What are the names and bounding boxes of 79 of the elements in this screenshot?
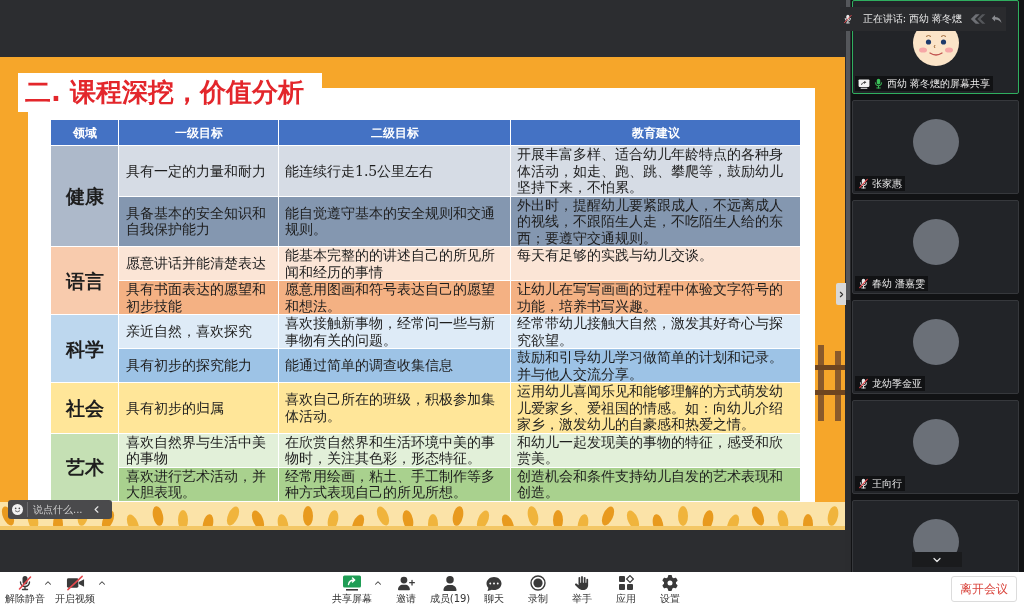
table-cell: 亲近自然，喜欢探究 [118, 314, 279, 349]
smiley-icon[interactable] [12, 504, 23, 515]
table-cell: 具有书面表达的愿望和初步技能 [118, 280, 279, 315]
participant-name: 春幼 潘嘉雯 [872, 277, 926, 290]
table-cell: 喜欢进行艺术活动，并大胆表现。 [118, 467, 279, 501]
caret-icon[interactable] [43, 578, 53, 588]
avatar-photo-placeholder [912, 119, 959, 165]
table-cell: 经常带幼儿接触大自然，激发其好奇心与探究欲望。 [510, 314, 801, 349]
participant-tile[interactable]: 王向行 [852, 400, 1019, 494]
leave-meeting-button[interactable]: 离开会议 [951, 576, 1017, 602]
caret-icon[interactable] [97, 578, 107, 588]
column-header: 一级目标 [118, 119, 279, 146]
muted-microphone-icon [843, 13, 853, 25]
participant-name: 龙幼季金亚 [872, 377, 922, 390]
raised-hand-icon [575, 575, 589, 591]
caret-icon[interactable] [373, 578, 383, 588]
column-header: 领域 [50, 119, 119, 146]
table-cell: 创造机会和条件支持幼儿自发的艺术表现和创造。 [510, 467, 801, 501]
column-header: 教育建议 [510, 119, 801, 146]
person-icon [443, 576, 457, 591]
participant-tile[interactable]: 龙幼季金亚 [852, 300, 1019, 394]
table-cell: 能自觉遵守基本的安全规则和交通规则。 [278, 196, 511, 247]
table-cell: 具有初步的探究能力 [118, 348, 279, 383]
table-cell: 能通过简单的调查收集信息 [278, 348, 511, 383]
share-screen-button[interactable]: 共享屏幕 [332, 574, 372, 604]
table-cell: 能基本完整的的讲述自己的所见所闻和经历的事情 [278, 246, 511, 281]
table-cell: 喜欢接触新事物，经常问一些与新事物有关的问题。 [278, 314, 511, 349]
participant-name: 张家惠 [872, 177, 902, 190]
invite-button[interactable]: 邀请 [384, 574, 428, 604]
scrollbar[interactable] [845, 0, 851, 572]
table-cell: 喜欢自己所在的班级，积极参加集体活动。 [278, 382, 511, 433]
chat-input-field[interactable]: 说点什么... [8, 500, 112, 519]
column-header: 二级目标 [278, 119, 511, 146]
raise-hand-button[interactable]: 举手 [560, 574, 604, 604]
apps-button[interactable]: 应用 [604, 574, 648, 604]
table-cell: 开展丰富多样、适合幼儿年龄特点的各种身体活动，如走、跑、跳、攀爬等，鼓励幼儿坚持下来，不怕累。 [510, 145, 801, 196]
settings-icon [662, 575, 678, 591]
table-cell: 具有一定的力量和耐力 [118, 145, 279, 196]
slide-title: 二. 课程深挖，价值分析 [18, 73, 322, 112]
video-button[interactable]: 开启视频 [54, 574, 96, 604]
domain-cell: 艺术 [50, 433, 119, 501]
table-cell: 每天有足够的实践与幼儿交谈。 [510, 246, 801, 281]
collapse-panel-button[interactable] [836, 283, 846, 305]
record-button[interactable]: 录制 [516, 574, 560, 604]
participant-tile[interactable]: 张家惠 [852, 100, 1019, 194]
table-cell: 愿意用图画和符号表达自己的愿望和想法。 [278, 280, 511, 315]
avatar-photo-placeholder [912, 319, 959, 365]
participant-tile[interactable] [852, 500, 1019, 572]
avatar-photo-placeholder [912, 419, 959, 465]
speaker-label: 正在讲话: 西幼 蒋冬熜 [862, 13, 963, 25]
double-chevron-icon[interactable] [970, 12, 987, 26]
domain-cell: 科学 [50, 314, 119, 383]
participant-name: 王向行 [872, 477, 902, 490]
chat-button[interactable]: 聊天 [472, 574, 516, 604]
table-cell: 具有初步的归属 [118, 382, 279, 433]
domain-cell: 语言 [50, 246, 119, 315]
participant-tile[interactable]: 春幼 潘嘉雯 [852, 200, 1019, 294]
record-icon [530, 575, 546, 591]
participant-name: 西幼 蒋冬熜的屏幕共享 [887, 77, 991, 90]
avatar-photo-placeholder [912, 219, 959, 265]
apps-grid-icon [618, 575, 634, 591]
table-cell: 鼓励和引导幼儿学习做简单的计划和记录。并与他人交流分享。 [510, 348, 801, 383]
table-cell: 具备基本的安全知识和自我保护能力 [118, 196, 279, 247]
table-cell: 让幼儿在写写画画的过程中体验文字符号的功能，培养书写兴趣。 [510, 280, 801, 315]
table-cell: 能连续行走1.5公里左右 [278, 145, 511, 196]
settings-button[interactable]: 设置 [648, 574, 692, 604]
table-cell: 愿意讲话并能清楚表达 [118, 246, 279, 281]
table-cell: 在欣赏自然界和生活环境中美的事物时，关注其色彩，形态特征。 [278, 433, 511, 467]
chat-bubble-icon [486, 576, 502, 591]
table-cell: 经常用绘画，粘土、手工制作等多种方式表现自己的所见所想。 [278, 467, 511, 501]
table-cell: 和幼儿一起发现美的事物的特征，感受和欣赏美。 [510, 433, 801, 467]
table-cell: 外出时，提醒幼儿要紧跟成人，不远离成人的视线，不跟陌生人走，不吃陌生人给的东西；要遵守交通规则。 [510, 196, 801, 247]
members-button[interactable]: 成员(19) [428, 574, 472, 604]
share-screen-icon [342, 575, 362, 591]
table-cell: 运用幼儿喜闻乐见和能够理解的方式萌发幼儿爱家乡、爱祖国的情感。如：向幼儿介绍家乡，激发幼儿的自豪感和热爱之情。 [510, 382, 801, 433]
table-cell: 喜欢自然界与生活中美的事物 [118, 433, 279, 467]
domain-cell: 社会 [50, 382, 119, 433]
add-user-icon [397, 576, 415, 591]
domain-cell: 健康 [50, 145, 119, 247]
